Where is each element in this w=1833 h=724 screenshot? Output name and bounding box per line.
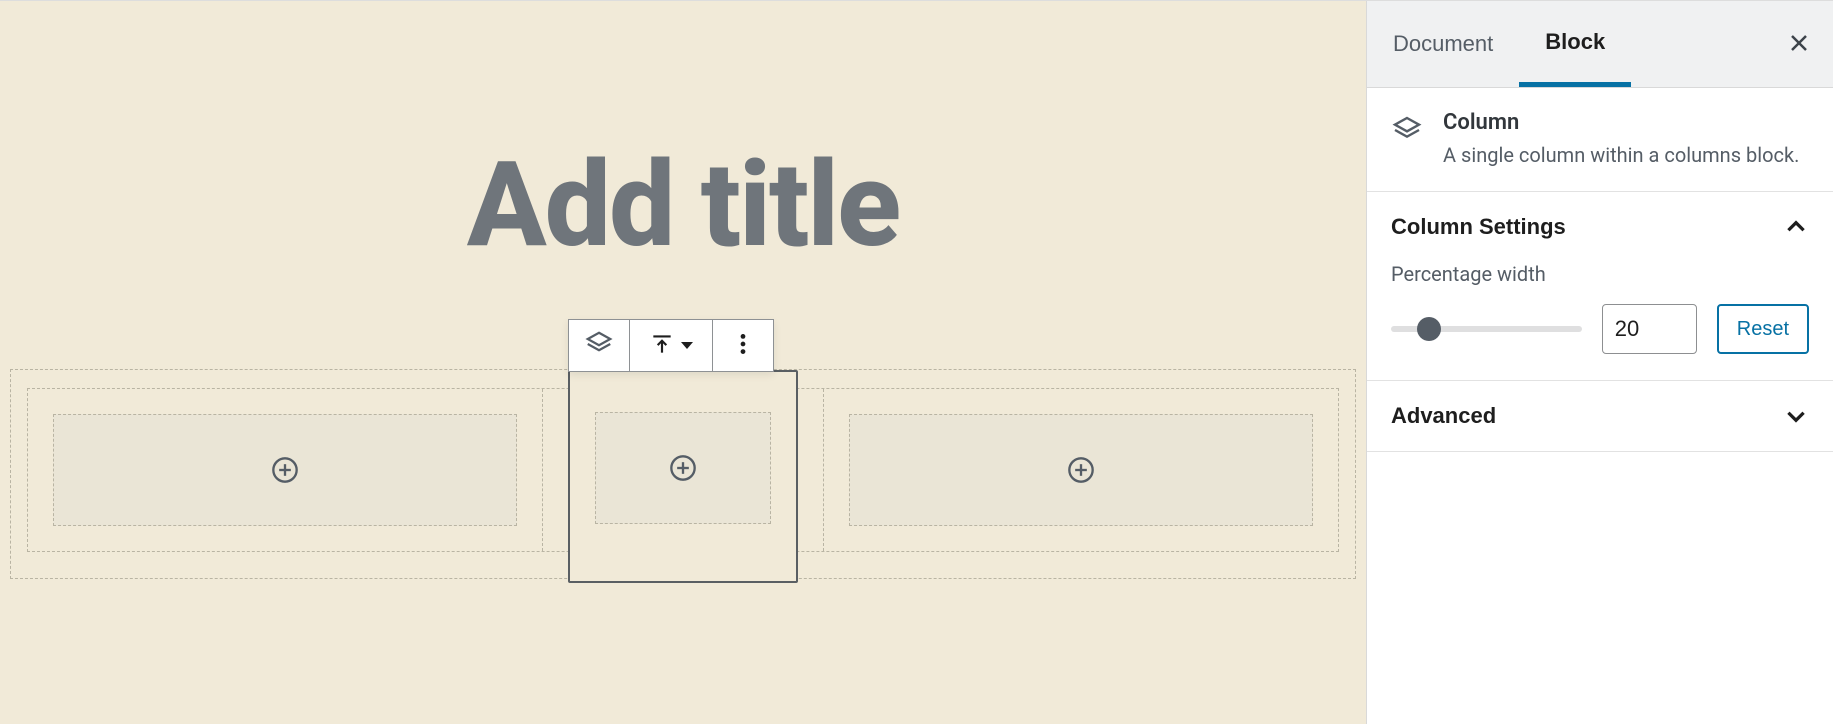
more-vertical-icon [730, 331, 756, 360]
column-3[interactable] [823, 389, 1338, 551]
editor-canvas: Add title [0, 1, 1366, 724]
add-block-placeholder[interactable] [595, 412, 771, 524]
percentage-width-label: Percentage width [1391, 262, 1809, 286]
vertical-align-top-icon [649, 331, 675, 360]
column-settings-body: Percentage width Reset [1367, 262, 1833, 380]
add-block-placeholder[interactable] [53, 414, 517, 526]
add-block-placeholder[interactable] [849, 414, 1313, 526]
percentage-width-slider[interactable] [1391, 319, 1582, 339]
block-card: Column A single column within a columns … [1367, 88, 1833, 192]
slider-thumb[interactable] [1417, 317, 1441, 341]
sidebar-header: Document Block [1367, 1, 1833, 88]
column-icon [584, 329, 614, 362]
close-sidebar-button[interactable] [1779, 1, 1819, 87]
block-toolbar [568, 319, 774, 372]
panel-title: Advanced [1391, 403, 1496, 429]
columns-inner [27, 388, 1339, 552]
percentage-width-input[interactable] [1602, 304, 1697, 354]
plus-circle-icon [1067, 456, 1095, 484]
advanced-toggle[interactable]: Advanced [1367, 381, 1833, 451]
chevron-down-icon [681, 342, 693, 349]
post-title-input[interactable]: Add title [0, 146, 1366, 264]
column-settings-toggle[interactable]: Column Settings [1367, 192, 1833, 262]
column-2-selected[interactable] [568, 370, 798, 583]
chevron-up-icon [1783, 214, 1809, 240]
vertical-align-button[interactable] [630, 320, 712, 371]
panel-title: Column Settings [1391, 214, 1566, 240]
chevron-down-icon [1783, 403, 1809, 429]
reset-button[interactable]: Reset [1717, 304, 1809, 354]
settings-sidebar: Document Block Column A single column wi… [1366, 1, 1833, 724]
block-card-title: Column [1443, 110, 1799, 135]
plus-circle-icon [669, 454, 697, 482]
close-icon [1787, 31, 1811, 58]
block-type-button[interactable] [569, 320, 629, 371]
plus-circle-icon [271, 456, 299, 484]
column-1[interactable] [28, 389, 543, 551]
sidebar-tabs: Document Block [1367, 1, 1779, 87]
block-card-description: A single column within a columns block. [1443, 141, 1799, 169]
tab-document[interactable]: Document [1367, 1, 1519, 87]
column-icon [1391, 110, 1423, 150]
tab-block[interactable]: Block [1519, 1, 1631, 87]
more-options-button[interactable] [713, 320, 773, 371]
columns-block[interactable] [10, 369, 1356, 579]
